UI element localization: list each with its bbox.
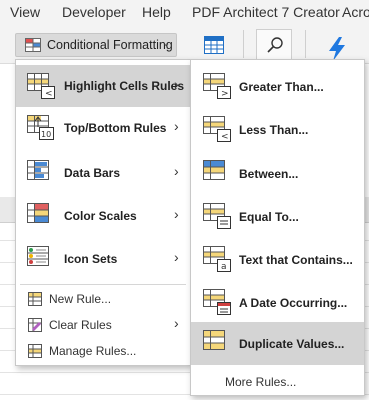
submenu-item-greater-than[interactable]: > Greater Than... (191, 65, 364, 108)
chevron-right-icon: › (174, 315, 179, 331)
svg-text:10: 10 (41, 130, 51, 139)
submenu-item-label: Between... (239, 167, 299, 181)
menu-item-highlight-cells-rules[interactable]: < Highlight Cells Rules › (16, 65, 190, 107)
submenu-item-label: A Date Occurring... (239, 296, 348, 310)
svg-text:a: a (221, 262, 227, 272)
new-rule-icon (28, 292, 42, 306)
greater-than-icon: > (203, 73, 233, 101)
chevron-down-icon: ⌄ (162, 38, 171, 49)
menu-separator (20, 284, 186, 285)
menu-item-label: Icon Sets (64, 252, 118, 266)
menu-item-data-bars[interactable]: Data Bars › (16, 152, 190, 194)
chevron-right-icon: › (174, 76, 179, 92)
conditional-formatting-label: Conditional Formatting (47, 38, 173, 52)
submenu-item-label: Equal To... (239, 210, 299, 224)
menu-item-manage-rules[interactable]: Manage Rules... (16, 338, 190, 364)
ribbon-separator (305, 30, 306, 58)
menu-help[interactable]: Help (142, 4, 171, 20)
submenu-item-text-contains[interactable]: a Text that Contains... (191, 238, 364, 281)
menu-pdf-architect[interactable]: PDF Architect 7 Creator (192, 4, 340, 20)
ribbon-separator (243, 30, 244, 58)
svg-text:>: > (221, 89, 229, 99)
chevron-right-icon: › (174, 249, 179, 265)
less-than-icon: < (203, 116, 233, 144)
equal-to-icon (203, 203, 233, 231)
menu-item-top-bottom-rules[interactable]: 10 Top/Bottom Rules › (16, 107, 190, 149)
submenu-item-label: Greater Than... (239, 80, 324, 94)
menu-item-new-rule[interactable]: New Rule... (16, 286, 190, 312)
conditional-formatting-menu: < Highlight Cells Rules › 10 Top/Bottom … (15, 59, 191, 366)
menu-view[interactable]: View (10, 4, 40, 20)
highlight-cells-submenu: > Greater Than... < Less Than... Between… (190, 59, 365, 396)
menu-item-label: Highlight Cells Rules (64, 79, 185, 93)
format-as-table-icon[interactable] (201, 34, 227, 56)
text-contains-icon: a (203, 246, 233, 274)
color-scales-icon (27, 203, 55, 229)
menu-acrobat[interactable]: Acro (342, 4, 369, 20)
icon-sets-icon (27, 246, 55, 272)
chevron-right-icon: › (174, 118, 179, 134)
find-select-button[interactable] (256, 29, 292, 61)
svg-text:<: < (45, 89, 53, 99)
highlight-cells-icon: < (27, 73, 55, 99)
chevron-right-icon: › (174, 206, 179, 222)
menu-item-label: Color Scales (64, 209, 137, 223)
date-occurring-icon (203, 289, 233, 317)
menu-item-label: Data Bars (64, 166, 121, 180)
menu-item-clear-rules[interactable]: Clear Rules › (16, 312, 190, 338)
conditional-formatting-button[interactable]: Conditional Formatting ⌄ (15, 33, 177, 57)
submenu-item-date-occurring[interactable]: A Date Occurring... (191, 281, 364, 324)
submenu-item-duplicate-values[interactable]: Duplicate Values... (191, 322, 364, 365)
search-icon (265, 35, 285, 60)
menu-item-icon-sets[interactable]: Icon Sets › (16, 238, 190, 280)
submenu-item-equal-to[interactable]: Equal To... (191, 195, 364, 238)
menu-item-label: Manage Rules... (49, 344, 137, 358)
menu-item-label: Clear Rules (49, 318, 112, 332)
submenu-item-label: Less Than... (239, 123, 309, 137)
duplicate-values-icon (203, 330, 233, 358)
submenu-item-less-than[interactable]: < Less Than... (191, 108, 364, 151)
menu-item-color-scales[interactable]: Color Scales › (16, 195, 190, 237)
top-bottom-icon: 10 (27, 115, 55, 141)
submenu-item-between[interactable]: Between... (191, 152, 364, 195)
submenu-item-label: Text that Contains... (239, 253, 353, 267)
menu-item-label: New Rule... (49, 292, 112, 306)
between-icon (203, 160, 233, 188)
more-rules-link[interactable]: More Rules... (225, 375, 296, 389)
menu-developer[interactable]: Developer (62, 4, 126, 20)
conditional-formatting-icon (25, 38, 41, 52)
manage-rules-icon (28, 344, 42, 358)
menu-bar: View Developer Help PDF Architect 7 Crea… (0, 0, 369, 26)
chevron-right-icon: › (174, 163, 179, 179)
clear-rules-icon (28, 318, 42, 332)
menu-item-label: Top/Bottom Rules (64, 121, 167, 135)
submenu-item-label: Duplicate Values... (239, 337, 345, 351)
data-bars-icon (27, 160, 55, 186)
svg-text:<: < (221, 132, 229, 142)
